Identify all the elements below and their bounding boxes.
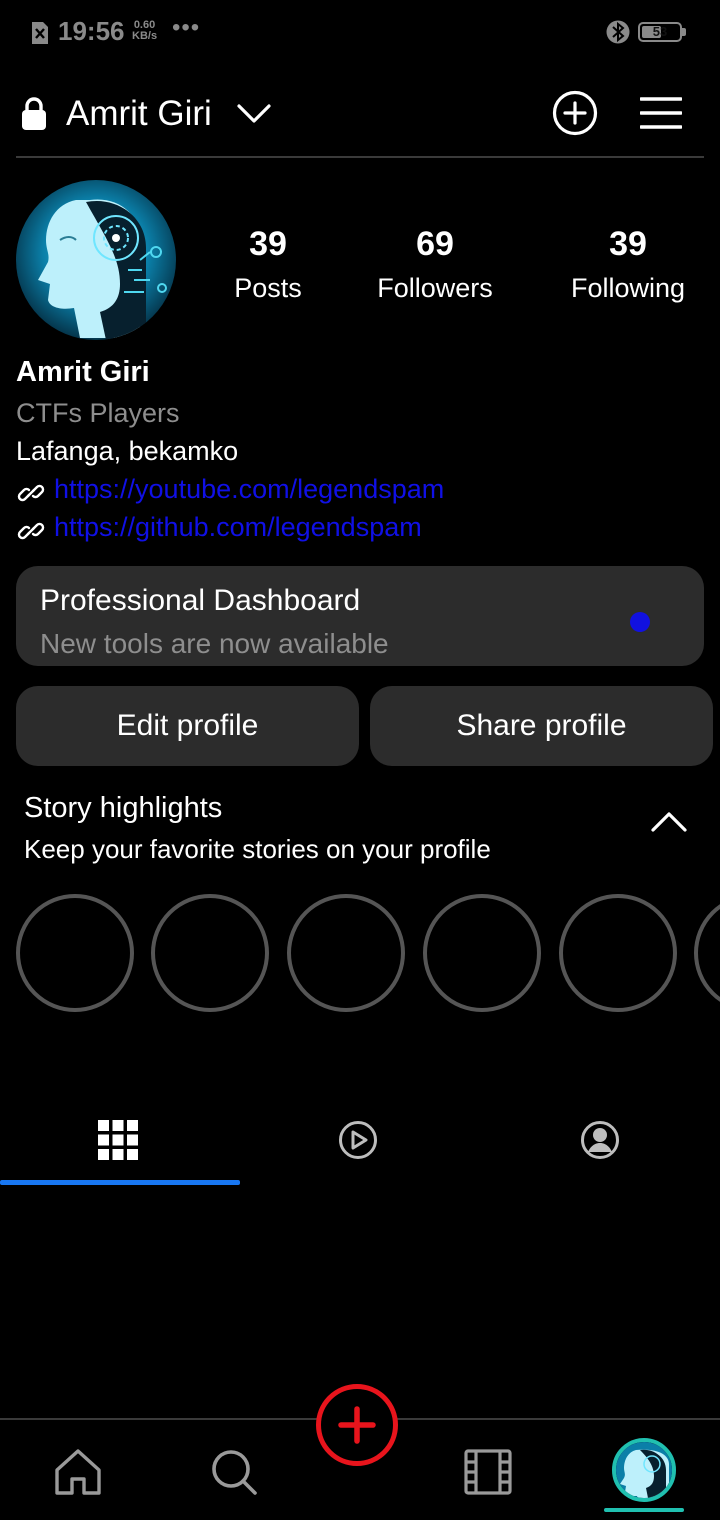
- menu-icon[interactable]: [640, 96, 682, 130]
- followers-count: 69: [416, 225, 454, 263]
- profile-link-github[interactable]: https://github.com/legendspam: [16, 512, 496, 548]
- reels-play-icon[interactable]: [338, 1120, 378, 1160]
- posts-stat[interactable]: 39 Posts: [218, 224, 318, 312]
- tagged-person-icon[interactable]: [580, 1120, 620, 1160]
- network-speed-unit: KB/s: [132, 30, 158, 42]
- network-speed: 0.60 KB/s: [132, 20, 157, 42]
- active-nav-underline: [604, 1508, 684, 1512]
- create-plus-icon: [338, 1406, 376, 1444]
- highlight-placeholder[interactable]: [559, 894, 677, 1012]
- battery-indicator: 53: [638, 22, 682, 42]
- notification-dot: [630, 612, 650, 632]
- followers-stat[interactable]: 69 Followers: [366, 224, 504, 312]
- highlight-placeholder[interactable]: [423, 894, 541, 1012]
- professional-dashboard[interactable]: Professional Dashboard New tools are now…: [16, 566, 704, 666]
- header-divider: [16, 156, 704, 158]
- posts-label: Posts: [234, 273, 302, 303]
- new-post-icon[interactable]: [552, 90, 598, 136]
- robot-head-image: [16, 180, 176, 340]
- notification-overflow: •••: [172, 14, 201, 41]
- highlight-placeholder[interactable]: [16, 894, 134, 1012]
- profile-category: CTFs Players: [16, 398, 180, 428]
- highlight-placeholder[interactable]: [287, 894, 405, 1012]
- following-count: 39: [609, 225, 647, 263]
- profile-bio: Lafanga, bekamko: [16, 436, 239, 466]
- status-bar: 19:56 0.60 KB/s ••• 53: [0, 0, 720, 66]
- chevron-down-icon[interactable]: [236, 100, 272, 128]
- profile-thumbnail: [616, 1442, 672, 1498]
- following-label: Following: [570, 273, 686, 303]
- active-tab-indicator: [0, 1180, 240, 1185]
- account-switcher[interactable]: Amrit Giri: [66, 94, 212, 134]
- create-button[interactable]: [316, 1384, 398, 1466]
- home-icon[interactable]: [52, 1446, 104, 1498]
- search-icon[interactable]: [208, 1446, 260, 1498]
- highlight-circle: [694, 894, 720, 1012]
- posts-count: 39: [249, 225, 287, 263]
- battery-tip: [682, 28, 686, 36]
- chevron-up-icon[interactable]: [650, 808, 688, 834]
- dashboard-subtitle: New tools are now available: [40, 628, 389, 659]
- display-name: Amrit Giri: [16, 356, 150, 388]
- link-icon: [17, 522, 45, 540]
- profile-link-text[interactable]: https://youtube.com/legendspam: [54, 474, 444, 505]
- edit-profile-button[interactable]: Edit profile: [16, 686, 359, 766]
- status-time: 19:56: [58, 16, 125, 46]
- following-stat[interactable]: 39 Following: [560, 224, 696, 312]
- highlights-subtitle: Keep your favorite stories on your profi…: [24, 834, 491, 864]
- share-profile-button[interactable]: Share profile: [370, 686, 713, 766]
- highlight-placeholder-partial[interactable]: [694, 894, 720, 1012]
- grid-icon[interactable]: [98, 1120, 138, 1160]
- profile-link-text[interactable]: https://github.com/legendspam: [54, 512, 422, 543]
- highlight-placeholder[interactable]: [151, 894, 269, 1012]
- battery-level: 53: [652, 24, 668, 39]
- reels-icon[interactable]: [462, 1446, 514, 1498]
- followers-label: Followers: [377, 273, 493, 303]
- dashboard-title: Professional Dashboard: [40, 584, 361, 617]
- profile-avatar[interactable]: [16, 180, 176, 340]
- no-sim-icon: [32, 22, 48, 44]
- highlights-title: Story highlights: [24, 792, 223, 824]
- link-icon: [17, 484, 45, 502]
- profile-nav-avatar[interactable]: [612, 1438, 676, 1502]
- lock-icon: [22, 97, 46, 130]
- bluetooth-icon: [606, 20, 630, 44]
- profile-link-youtube[interactable]: https://youtube.com/legendspam: [16, 474, 496, 510]
